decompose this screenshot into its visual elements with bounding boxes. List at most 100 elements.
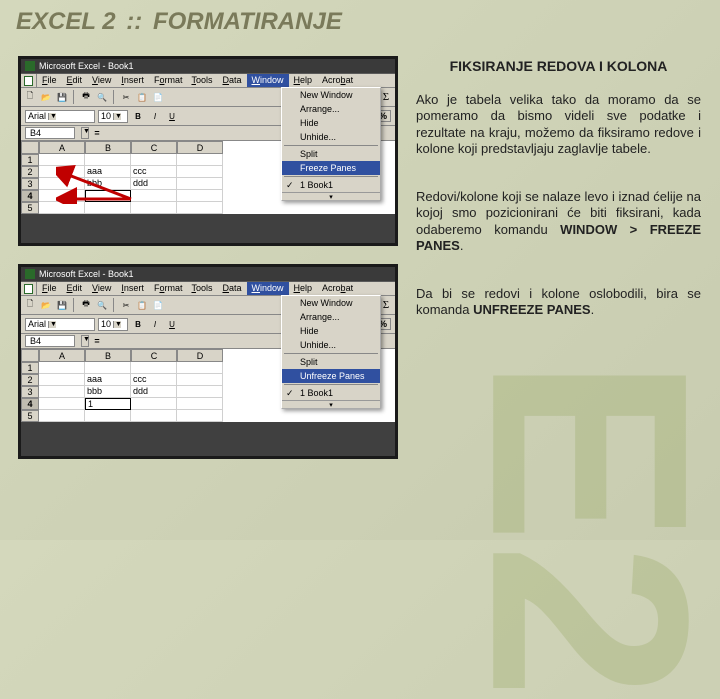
formula-eq[interactable]: = (91, 128, 103, 138)
name-box[interactable]: B4 (25, 127, 75, 139)
copy-icon[interactable]: 📋 (135, 90, 149, 104)
col-A[interactable]: A (39, 141, 85, 154)
row-5[interactable]: 5 (21, 410, 39, 422)
new-icon[interactable]: 🗋 (23, 298, 37, 312)
col-A[interactable]: A (39, 349, 85, 362)
dd-expand-icon[interactable]: ▾ (282, 400, 380, 408)
dd-split[interactable]: Split (282, 147, 380, 161)
col-C[interactable]: C (131, 141, 177, 154)
menubar: File Edit View Insert Format Tools Data … (37, 282, 358, 295)
corner-cell[interactable] (21, 141, 39, 154)
menu-format[interactable]: Format (149, 282, 187, 295)
dd-arrange[interactable]: Arrange... (282, 310, 380, 324)
cell-B4-selected[interactable]: 1 (85, 398, 131, 410)
name-box[interactable]: B4 (25, 335, 75, 347)
cell-C2[interactable]: ccc (131, 374, 177, 386)
menu-data[interactable]: Data (217, 74, 246, 87)
row-4[interactable]: 4 (21, 398, 39, 410)
open-icon[interactable]: 📂 (39, 298, 53, 312)
menu-edit[interactable]: Edit (62, 282, 88, 295)
dd-split[interactable]: Split (282, 355, 380, 369)
dd-unhide[interactable]: Unhide... (282, 130, 380, 144)
menu-help[interactable]: Help (289, 74, 318, 87)
save-icon[interactable]: 💾 (55, 90, 69, 104)
menu-format[interactable]: Format (149, 74, 187, 87)
col-B[interactable]: B (85, 141, 131, 154)
paste-icon[interactable]: 📄 (151, 90, 165, 104)
bold-button[interactable]: B (131, 317, 145, 331)
col-D[interactable]: D (177, 141, 223, 154)
col-B[interactable]: B (85, 349, 131, 362)
dd-unhide[interactable]: Unhide... (282, 338, 380, 352)
cell-B3[interactable]: bbb (85, 386, 131, 398)
preview-icon[interactable]: 🔍 (95, 298, 109, 312)
dd-new-window[interactable]: New Window (282, 296, 380, 310)
header-sub: FORMATIRANJE (153, 8, 342, 35)
row-3[interactable]: 3 (21, 386, 39, 398)
autosum-icon[interactable]: Σ (379, 90, 393, 104)
italic-button[interactable]: I (148, 109, 162, 123)
cell-B2[interactable]: aaa (85, 374, 131, 386)
dd-arrange[interactable]: Arrange... (282, 102, 380, 116)
open-icon[interactable]: 📂 (39, 90, 53, 104)
new-icon[interactable]: 🗋 (23, 90, 37, 104)
font-combo[interactable]: Arial▼ (25, 318, 95, 331)
dd-new-window[interactable]: New Window (282, 88, 380, 102)
size-combo[interactable]: 10▼ (98, 318, 128, 331)
menu-edit[interactable]: Edit (62, 74, 88, 87)
corner-cell[interactable] (21, 349, 39, 362)
cell-C2[interactable]: ccc (131, 166, 177, 178)
autosum-icon[interactable]: Σ (379, 298, 393, 312)
underline-button[interactable]: U (165, 109, 179, 123)
col-C[interactable]: C (131, 349, 177, 362)
menu-insert[interactable]: Insert (116, 282, 149, 295)
row-1[interactable]: 1 (21, 154, 39, 166)
dd-book1[interactable]: ✓1 Book1 (282, 386, 380, 400)
italic-button[interactable]: I (148, 317, 162, 331)
col-D[interactable]: D (177, 349, 223, 362)
row-2[interactable]: 2 (21, 166, 39, 178)
menu-acrobat[interactable]: Acrobat (317, 74, 358, 87)
print-icon[interactable]: 🖶 (79, 298, 93, 312)
row-2[interactable]: 2 (21, 374, 39, 386)
row-1[interactable]: 1 (21, 362, 39, 374)
dd-expand-icon[interactable]: ▾ (282, 192, 380, 200)
menu-insert[interactable]: Insert (116, 74, 149, 87)
header-main: EXCEL 2 (16, 8, 116, 35)
save-icon[interactable]: 💾 (55, 298, 69, 312)
menu-tools[interactable]: Tools (186, 74, 217, 87)
menu-file[interactable]: File (37, 282, 62, 295)
menu-view[interactable]: View (87, 74, 116, 87)
paragraph-1: Ako je tabela velika tako da moramo da s… (416, 92, 701, 157)
size-combo[interactable]: 10▼ (98, 110, 128, 123)
dd-book1[interactable]: ✓1 Book1 (282, 178, 380, 192)
menu-window[interactable]: Window (247, 282, 289, 295)
copy-icon[interactable]: 📋 (135, 298, 149, 312)
cut-icon[interactable]: ✂ (119, 298, 133, 312)
menu-data[interactable]: Data (217, 282, 246, 295)
cell-C3[interactable]: ddd (131, 178, 177, 190)
dd-unfreeze-panes[interactable]: Unfreeze Panes (282, 369, 380, 383)
menu-view[interactable]: View (87, 282, 116, 295)
cut-icon[interactable]: ✂ (119, 90, 133, 104)
underline-button[interactable]: U (165, 317, 179, 331)
row-4[interactable]: 4 (21, 190, 39, 202)
menu-tools[interactable]: Tools (186, 282, 217, 295)
print-icon[interactable]: 🖶 (79, 90, 93, 104)
preview-icon[interactable]: 🔍 (95, 90, 109, 104)
dd-hide[interactable]: Hide (282, 324, 380, 338)
menu-file[interactable]: File (37, 74, 62, 87)
menu-window[interactable]: Window (247, 74, 289, 87)
paste-icon[interactable]: 📄 (151, 298, 165, 312)
row-3[interactable]: 3 (21, 178, 39, 190)
menu-acrobat[interactable]: Acrobat (317, 282, 358, 295)
menu-help[interactable]: Help (289, 282, 318, 295)
bold-button[interactable]: B (131, 109, 145, 123)
window-title: Microsoft Excel - Book1 (39, 61, 134, 71)
formula-eq[interactable]: = (91, 336, 103, 346)
cell-C3[interactable]: ddd (131, 386, 177, 398)
dd-freeze-panes[interactable]: Freeze Panes (282, 161, 380, 175)
dd-hide[interactable]: Hide (282, 116, 380, 130)
font-combo[interactable]: Arial▼ (25, 110, 95, 123)
row-5[interactable]: 5 (21, 202, 39, 214)
